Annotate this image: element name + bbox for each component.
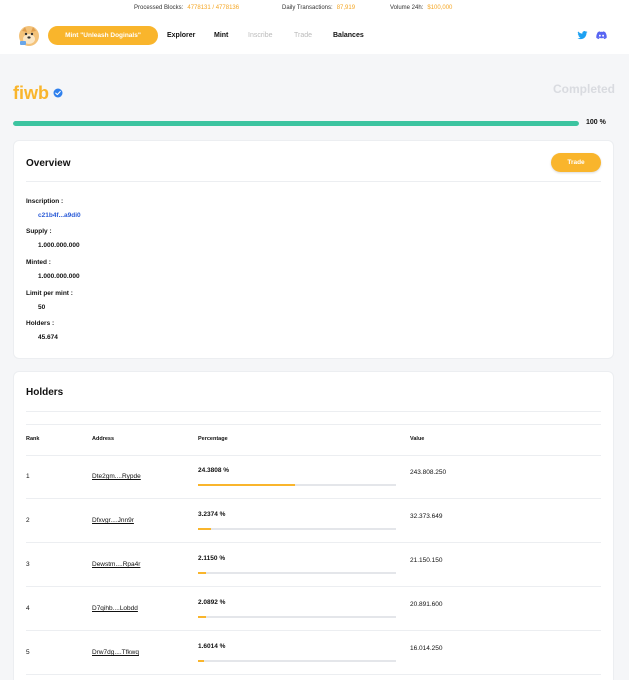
- volume-value: $100,000: [427, 5, 453, 11]
- mint-status: Completed: [552, 82, 615, 96]
- twitter-icon[interactable]: [577, 30, 588, 41]
- nav-link-explorer[interactable]: Explorer: [167, 32, 195, 39]
- column-header-address: Address: [92, 436, 115, 442]
- percentage-cell: 24.3808 %: [198, 467, 230, 474]
- overview-title: Overview: [26, 158, 71, 169]
- percentage-cell: 2.1150 %: [198, 555, 226, 562]
- holders-card: Holders Rank Address Percentage Value 1 D…: [13, 371, 614, 680]
- column-header-percentage: Percentage: [198, 436, 228, 442]
- stats-ticker: Processed Blocks: 4778131 / 4778136 Daily…: [0, 0, 629, 17]
- percentage-cell: 2.0892 %: [198, 599, 226, 606]
- nav-link-inscribe[interactable]: Inscribe: [248, 32, 273, 39]
- volume-label: Volume 24h:: [390, 5, 424, 11]
- percentage-cell: 1.6014 %: [198, 643, 226, 650]
- daily-transactions-stat: Daily Transactions: 87,919: [282, 5, 355, 11]
- percentage-bar-fill: [198, 528, 211, 530]
- processed-blocks-stat: Processed Blocks: 4778131 / 4778136: [134, 5, 239, 11]
- address-link[interactable]: Dfxvgr....Jnn9r: [92, 517, 134, 524]
- value-cell: 16.014.250: [410, 645, 443, 652]
- overview-card: Overview Trade Inscription : c21b4f...a9…: [13, 140, 614, 359]
- table-row: 3 Dewstm....Rpa4r 2.1150 % 21.150.150: [14, 543, 613, 587]
- percentage-bar: [198, 616, 396, 618]
- divider: [26, 424, 601, 425]
- holders-value: 45.674: [38, 334, 58, 341]
- daily-transactions-value: 87,919: [336, 5, 356, 11]
- divider: [26, 181, 601, 182]
- percentage-bar-fill: [198, 484, 295, 486]
- mint-progress-bar: [13, 121, 579, 126]
- table-row: 1 Dte2gm....Rypde 24.3808 % 243.808.250: [14, 455, 613, 499]
- mint-doginals-button[interactable]: Mint "Unleash Doginals": [48, 26, 158, 45]
- percentage-cell: 3.2374 %: [198, 511, 226, 518]
- limit-per-mint-value: 50: [38, 304, 46, 311]
- navbar: Mint "Unleash Doginals" Explorer Mint In…: [0, 17, 629, 54]
- supply-value: 1.000.000.000: [38, 242, 80, 249]
- percentage-bar-fill: [198, 616, 207, 618]
- processed-blocks-value: 4778131 / 4778136: [187, 5, 240, 11]
- token-name: fiwb: [13, 83, 49, 103]
- minted-value: 1.000.000.000: [38, 273, 80, 280]
- table-row: 4 D7qihb....Lobdd 2.0892 % 20.891.600: [14, 587, 613, 631]
- inscription-link[interactable]: c21b4f...a9di0: [38, 212, 81, 219]
- nav-link-balances[interactable]: Balances: [333, 32, 364, 39]
- rank-cell: 1: [26, 473, 30, 480]
- rank-cell: 5: [26, 649, 30, 656]
- address-link[interactable]: Dte2gm....Rypde: [92, 473, 141, 480]
- minted-label: Minted :: [26, 259, 51, 266]
- percentage-bar: [198, 528, 396, 530]
- inscription-label: Inscription :: [26, 198, 64, 205]
- divider: [26, 411, 601, 412]
- mint-progress-fill: [13, 121, 579, 126]
- rank-cell: 3: [26, 561, 30, 568]
- mint-progress-label: 100 %: [586, 119, 606, 126]
- value-cell: 20.891.600: [410, 601, 443, 608]
- percentage-bar: [198, 660, 396, 662]
- discord-icon[interactable]: [596, 30, 607, 41]
- table-row: 2 Dfxvgr....Jnn9r 3.2374 % 32.373.649: [14, 499, 613, 543]
- address-link[interactable]: Dewstm....Rpa4r: [92, 561, 140, 568]
- holders-label: Holders :: [26, 320, 55, 327]
- nav-link-trade[interactable]: Trade: [294, 32, 312, 39]
- nav-link-mint[interactable]: Mint: [214, 32, 228, 39]
- limit-per-mint-label: Limit per mint :: [26, 290, 73, 297]
- rank-cell: 2: [26, 517, 30, 524]
- percentage-bar: [198, 572, 396, 574]
- percentage-bar: [198, 484, 396, 486]
- rank-cell: 4: [26, 605, 30, 612]
- holders-title: Holders: [26, 387, 64, 398]
- value-cell: 21.150.150: [410, 557, 443, 564]
- doge-logo-icon[interactable]: [18, 25, 40, 47]
- daily-transactions-label: Daily Transactions:: [282, 5, 333, 11]
- supply-label: Supply :: [26, 228, 52, 235]
- trade-button[interactable]: Trade: [551, 153, 601, 172]
- percentage-bar-fill: [198, 660, 205, 662]
- percentage-bar-fill: [198, 572, 207, 574]
- column-header-rank: Rank: [26, 436, 40, 442]
- verified-badge-icon: [53, 88, 63, 98]
- divider: [26, 674, 601, 675]
- column-header-value: Value: [410, 436, 425, 442]
- address-link[interactable]: D7qihb....Lobdd: [92, 605, 138, 612]
- value-cell: 243.808.250: [410, 469, 447, 476]
- processed-blocks-label: Processed Blocks:: [134, 5, 184, 11]
- volume-stat: Volume 24h: $100,000: [390, 5, 452, 11]
- value-cell: 32.373.649: [410, 513, 443, 520]
- table-row: 5 Drw7dg....Tfkwq 1.6014 % 16.014.250: [14, 631, 613, 675]
- address-link[interactable]: Drw7dg....Tfkwq: [92, 649, 139, 656]
